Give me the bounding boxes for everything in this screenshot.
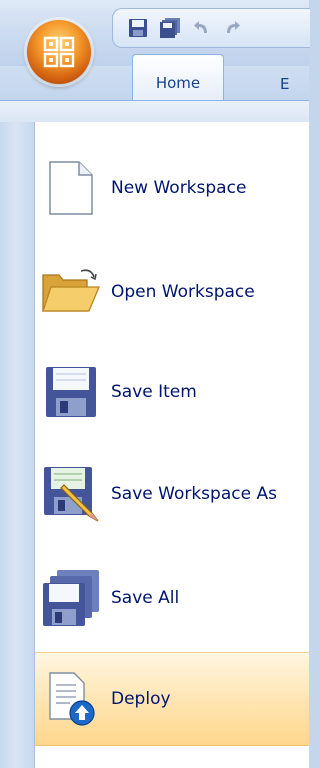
tab-edit[interactable]: E [268,66,301,101]
menu-item-label: Open Workspace [111,282,255,302]
redo-icon [227,21,240,33]
menu-item-open-workspace[interactable]: Open Workspace [35,246,309,338]
application-menu-button[interactable] [27,20,91,84]
menu-item-label: Save Item [111,382,197,402]
menu-item-label: Save All [111,588,180,608]
menu-item-save-all[interactable]: Save All [35,552,309,644]
new-document-icon [49,161,93,215]
tab-home[interactable]: Home [132,54,224,100]
menu-left-frame [0,122,35,768]
save-icon [46,367,96,417]
menu-item-save-workspace-as[interactable]: Save Workspace As [35,448,309,540]
menu-item-new-workspace[interactable]: New Workspace [35,142,309,234]
qat-save-button[interactable] [125,15,151,41]
open-folder-icon [42,269,100,312]
qat-save-all-button[interactable] [157,15,183,41]
ribbon-body [0,100,309,123]
quick-access-toolbar [112,8,310,48]
menu-item-label: Deploy [111,689,171,709]
application-menu: New Workspace Open Workspace Save Item S… [0,122,309,768]
undo-icon [194,21,207,33]
menu-item-label: Save Workspace As [111,484,277,504]
save-all-icon [160,18,180,38]
menu-item-label: New Workspace [111,178,247,198]
application-menu-list: New Workspace Open Workspace Save Item S… [35,122,309,768]
office-orb-icon [43,36,75,68]
qat-redo-button[interactable] [219,15,245,41]
deploy-icon [49,672,95,726]
save-all-icon [43,570,99,626]
menu-item-save-item[interactable]: Save Item [35,346,309,438]
save-as-icon [44,467,99,522]
menu-item-deploy[interactable]: Deploy [35,652,309,746]
qat-undo-button[interactable] [189,15,215,41]
save-icon [129,19,147,37]
